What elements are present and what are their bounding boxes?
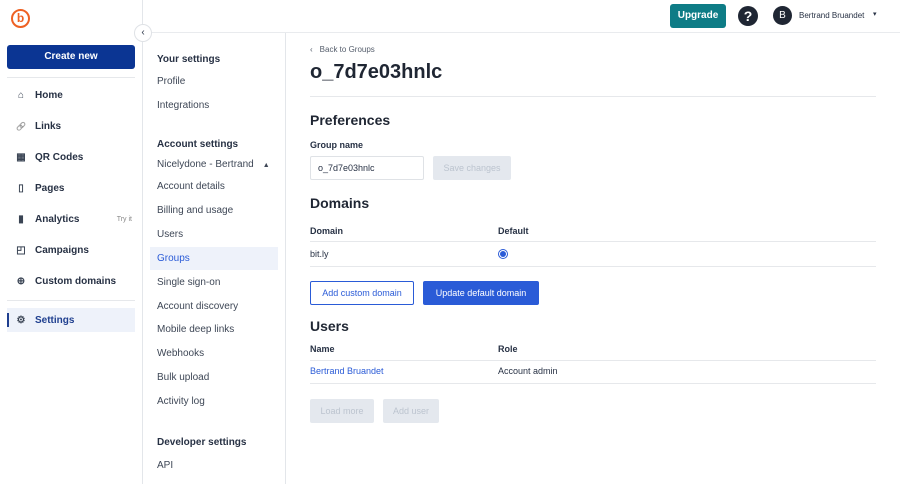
settings-item-activity-log[interactable]: Activity log xyxy=(150,390,278,413)
analytics-icon: ▮ xyxy=(18,213,24,225)
role-column-header: Role xyxy=(498,344,518,354)
nav-home[interactable]: ⌂ Home xyxy=(7,83,135,107)
domain-cell: bit.ly xyxy=(310,249,329,259)
group-name-input[interactable]: o_7d7e03hnlc xyxy=(310,156,424,180)
domains-heading: Domains xyxy=(310,195,370,211)
back-to-groups-link[interactable]: ‹ Back to Groups xyxy=(310,45,375,54)
nav-label: Campaigns xyxy=(35,244,89,256)
user-role-cell: Account admin xyxy=(498,366,558,376)
chevron-up-icon: ▲ xyxy=(262,162,270,169)
pages-icon: ▯ xyxy=(18,182,24,194)
settings-item-billing[interactable]: Billing and usage xyxy=(150,199,278,222)
nav-label: QR Codes xyxy=(35,151,84,163)
nav-label: Links xyxy=(35,120,62,132)
nav-links[interactable]: 🔗 Links xyxy=(7,114,135,138)
your-settings-heading: Your settings xyxy=(157,54,221,65)
page-title: o_7d7e03hnlc xyxy=(310,61,443,83)
bitly-logo[interactable]: b xyxy=(11,9,30,28)
user-menu[interactable]: Bertrand Bruandet xyxy=(799,11,864,20)
chevron-down-icon[interactable]: ▾ xyxy=(873,10,877,18)
default-column-header: Default xyxy=(498,226,529,236)
settings-item-mobile-deep-links[interactable]: Mobile deep links xyxy=(150,318,278,341)
nav-label: Pages xyxy=(35,182,65,194)
help-icon[interactable]: ? xyxy=(738,6,758,26)
gear-icon: ⚙ xyxy=(16,314,26,326)
account-switcher[interactable]: Nicelydone - Bertrand ▲ xyxy=(150,153,278,176)
home-icon: ⌂ xyxy=(17,89,25,101)
divider xyxy=(310,241,876,242)
settings-item-account-discovery[interactable]: Account discovery xyxy=(150,295,278,318)
name-column-header: Name xyxy=(310,344,335,354)
user-name-link[interactable]: Bertrand Bruandet xyxy=(310,366,384,376)
nav-analytics[interactable]: ▮ Analytics Try it xyxy=(7,207,135,231)
create-new-button[interactable]: Create new xyxy=(7,45,135,69)
update-default-domain-button[interactable]: Update default domain xyxy=(423,281,539,305)
nav-label: Analytics xyxy=(35,213,80,225)
try-it-badge: Try it xyxy=(116,215,132,223)
nav-label: Settings xyxy=(35,314,75,326)
settings-item-groups[interactable]: Groups xyxy=(150,247,278,270)
settings-item-account-details[interactable]: Account details xyxy=(150,175,278,198)
group-name-label: Group name xyxy=(310,140,364,150)
back-label: Back to Groups xyxy=(319,45,375,54)
top-header: Upgrade ? B Bertrand Bruandet ▾ xyxy=(143,0,900,33)
settings-item-bulk-upload[interactable]: Bulk upload xyxy=(150,366,278,389)
add-user-button[interactable]: Add user xyxy=(383,399,439,423)
account-settings-heading: Account settings xyxy=(157,139,239,150)
collapse-sidebar-button[interactable]: ‹ xyxy=(134,24,152,42)
avatar[interactable]: B xyxy=(773,6,792,25)
divider xyxy=(7,77,135,78)
settings-item-sso[interactable]: Single sign-on xyxy=(150,271,278,294)
load-more-button[interactable]: Load more xyxy=(310,399,374,423)
nav-label: Custom domains xyxy=(35,275,117,287)
save-changes-button[interactable]: Save changes xyxy=(433,156,511,180)
globe-icon: ⊕ xyxy=(16,275,26,287)
divider xyxy=(310,266,876,267)
settings-item-profile[interactable]: Profile xyxy=(150,70,278,93)
campaigns-icon: ◰ xyxy=(16,244,26,256)
nav-custom-domains[interactable]: ⊕ Custom domains xyxy=(7,269,135,293)
divider xyxy=(7,300,135,301)
nav-pages[interactable]: ▯ Pages xyxy=(7,176,135,200)
domain-column-header: Domain xyxy=(310,226,344,236)
settings-item-users[interactable]: Users xyxy=(150,223,278,246)
nav-qr-codes[interactable]: ▦ QR Codes xyxy=(7,145,135,169)
settings-item-webhooks[interactable]: Webhooks xyxy=(150,342,278,365)
sidebar: b Create new ⌂ Home 🔗 Links ▦ QR Codes ▯ Pag… xyxy=(0,0,143,484)
add-custom-domain-button[interactable]: Add custom domain xyxy=(310,281,414,305)
account-name: Nicelydone - Bertrand xyxy=(157,159,254,170)
chevron-left-icon: ‹ xyxy=(310,45,313,54)
nav-label: Home xyxy=(35,89,63,101)
upgrade-button[interactable]: Upgrade xyxy=(670,4,726,28)
divider xyxy=(310,96,876,97)
settings-item-integrations[interactable]: Integrations xyxy=(150,94,278,117)
qr-code-icon: ▦ xyxy=(16,151,26,163)
link-icon: 🔗 xyxy=(16,121,26,131)
default-domain-radio[interactable] xyxy=(498,249,508,259)
divider xyxy=(310,383,876,384)
developer-settings-heading: Developer settings xyxy=(157,437,247,448)
users-heading: Users xyxy=(310,318,349,334)
divider xyxy=(310,360,876,361)
settings-nav: Your settings Profile Integrations Accou… xyxy=(143,33,286,484)
nav-settings[interactable]: ⚙ Settings xyxy=(7,308,135,332)
preferences-heading: Preferences xyxy=(310,112,391,128)
settings-item-api[interactable]: API xyxy=(150,454,278,477)
nav-campaigns[interactable]: ◰ Campaigns xyxy=(7,238,135,262)
